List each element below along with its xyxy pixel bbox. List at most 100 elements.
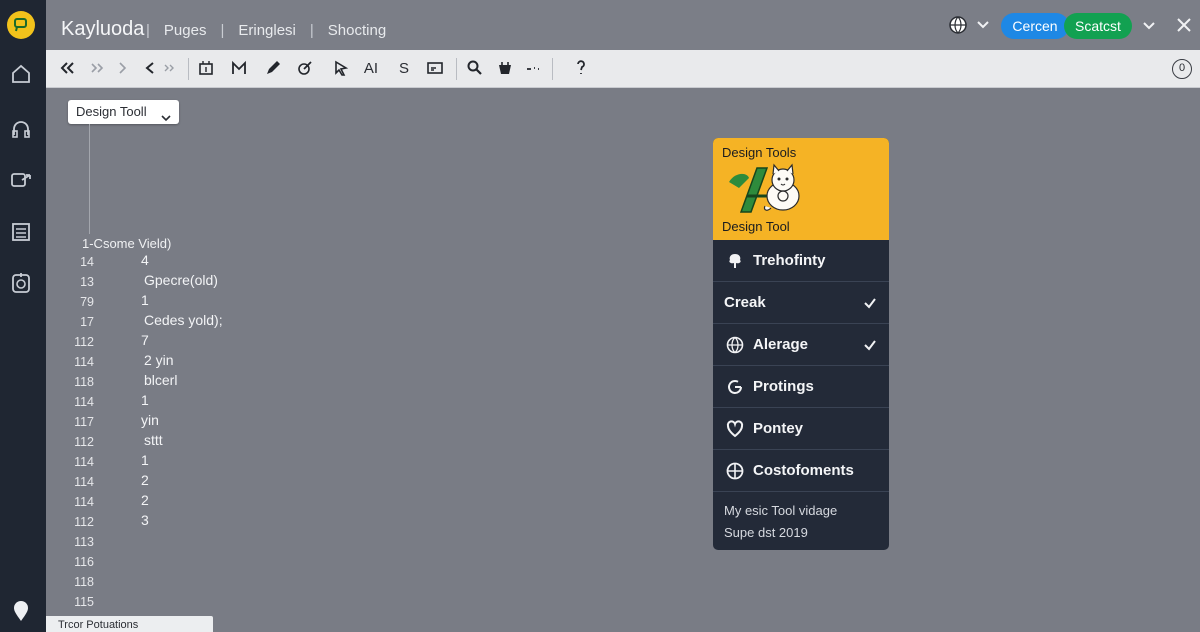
more-options-icon[interactable] [524,59,542,79]
document-list-icon[interactable] [9,220,33,244]
code-line: 1 [141,292,149,308]
dropdown-value: Design Tooll [76,104,147,119]
panel-item-protings[interactable]: Protings [713,366,889,408]
line-number: 17 [80,315,94,329]
code-line: yin [141,412,159,428]
panel-title: Design Tools [722,145,797,160]
code-line: 4 [141,252,149,268]
title-bar: Kayluoda | Puges | Eringlesi | Shocting … [46,0,1200,50]
breadcrumb-item-pages[interactable]: Puges [164,22,207,39]
code-editor[interactable]: 4 Gpecre(old) 1 Cedes yold); 7 2 yin blc… [141,250,223,530]
ai-tool-button[interactable]: AI [362,59,380,79]
line-number: 112 [74,335,94,349]
breadcrumb-separator: | [220,22,225,39]
line-number: 118 [74,375,94,389]
pencil-icon[interactable] [264,59,282,79]
line-number: 117 [74,415,94,429]
code-line: 1 [141,452,149,468]
panel-item-costofoments[interactable]: Costofoments [713,450,889,492]
panel-item-label: Protings [753,378,814,395]
code-line: sttt [144,432,163,448]
code-line: 2 [141,472,149,488]
line-number: 114 [74,495,94,509]
double-chevron-right-icon[interactable] [88,59,106,79]
double-chevron-right-small-icon[interactable] [161,59,179,79]
globe-icon [726,336,744,354]
app-logo-icon[interactable] [7,11,35,39]
bucket-icon[interactable] [496,59,514,79]
toolbar: AI S 0 [46,50,1200,88]
panel-item-creak[interactable]: Creak [713,282,889,324]
refresh-icon [726,378,744,396]
image-frame-icon[interactable] [426,59,444,79]
help-question-icon[interactable] [572,59,590,79]
info-icon[interactable]: 0 [1172,59,1192,79]
breadcrumb-item-settings[interactable]: Eringlesi [238,22,296,39]
code-line: 7 [141,332,149,348]
panel-footer-line: My esic Tool vidage [724,503,838,518]
close-icon[interactable] [1176,17,1192,33]
location-pin-icon[interactable] [9,599,33,623]
line-number: 116 [74,555,94,569]
breadcrumb: | Puges | Eringlesi | Shocting [146,22,386,39]
language-chevron-down-icon[interactable] [976,17,990,31]
code-line: Gpecre(old) [144,272,218,288]
line-number: 114 [74,395,94,409]
selection-tool-icon[interactable] [332,59,350,79]
secondary-action-button[interactable]: Scatcst [1064,13,1132,39]
line-number: 13 [80,275,94,289]
breadcrumb-item-shooting[interactable]: Shocting [328,22,386,39]
line-number: 112 [74,515,94,529]
line-number: 114 [74,455,94,469]
share-icon[interactable] [9,168,33,192]
panel-item-alerage[interactable]: Alerage [713,324,889,366]
panel-item-label: Alerage [753,336,809,353]
grid-globe-icon [726,462,744,480]
panel-item-trehofinty[interactable]: Trehofinty [713,240,889,282]
checkmark-icon [863,338,877,352]
ruler-guide-line [89,124,90,234]
line-number: 115 [74,595,94,609]
toolbar-divider [456,58,457,80]
language-globe-icon[interactable] [948,15,968,35]
chevron-left-icon[interactable] [141,59,159,79]
code-line: 2 [141,492,149,508]
home-icon[interactable] [9,62,33,86]
chart-icon[interactable] [230,59,248,79]
line-number: 79 [80,295,94,309]
brush-icon[interactable] [296,59,314,79]
panel-footer: My esic Tool vidage Supe dst 2019 [724,500,837,544]
chevron-right-icon[interactable] [114,59,132,79]
chevron-down-icon [161,107,171,122]
more-chevron-down-icon[interactable] [1142,18,1156,32]
headphones-icon[interactable] [9,117,33,141]
code-header: 1-Csome Vield) [82,236,172,251]
toolbar-divider [552,58,553,80]
frame-icon[interactable] [197,59,215,79]
app-title: Kayluoda [61,18,145,40]
primary-action-button[interactable]: Cercen [1001,13,1069,39]
line-number: 118 [74,575,94,589]
code-line: 3 [141,512,149,528]
double-chevron-left-icon[interactable] [58,59,76,79]
code-line: 1 [141,392,149,408]
design-tools-panel: Design Tools Design Tool Trehofinty Crea… [713,138,889,550]
status-tab[interactable]: Trcor Potuations [46,616,213,632]
left-rail [0,0,46,632]
panel-item-pontey[interactable]: Pontey [713,408,889,450]
panel-item-label: Costofoments [753,462,854,479]
panel-item-label: Creak [724,294,766,311]
panel-footer-line: Supe dst 2019 [724,525,808,540]
code-line: Cedes yold); [144,312,223,328]
checkmark-icon [863,296,877,310]
line-number: 112 [74,435,94,449]
style-tool-button[interactable]: S [395,59,413,79]
panel-item-label: Trehofinty [753,252,826,269]
toolbar-divider [188,58,189,80]
shield-heart-icon [726,420,744,438]
timer-icon[interactable] [9,271,33,295]
panel-subtitle: Design Tool [722,219,790,234]
design-tool-dropdown[interactable]: Design Tooll [68,100,179,124]
line-number: 114 [74,355,94,369]
search-icon[interactable] [466,59,484,79]
